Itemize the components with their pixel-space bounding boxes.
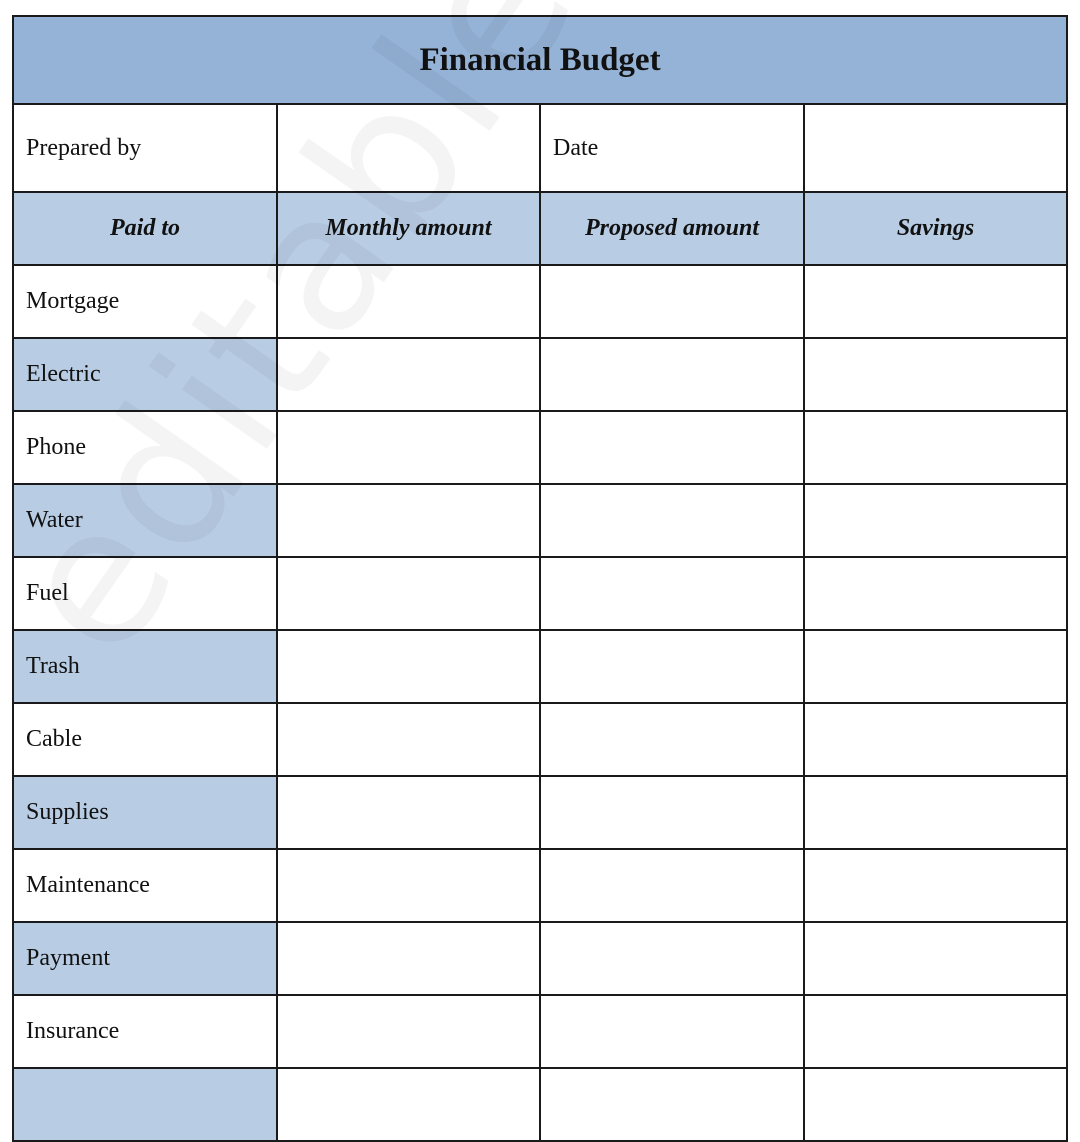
savings-cell[interactable]: [803, 702, 1068, 777]
proposed-amount-cell[interactable]: [539, 410, 805, 485]
title-row: Financial Budget: [12, 15, 1068, 105]
monthly-amount-cell[interactable]: [276, 264, 541, 339]
monthly-amount-cell[interactable]: [276, 848, 541, 923]
savings-cell[interactable]: [803, 264, 1068, 339]
paid-to-cell: Insurance: [12, 994, 278, 1069]
proposed-amount-cell[interactable]: [539, 264, 805, 339]
monthly-amount-cell[interactable]: [276, 1067, 541, 1142]
monthly-amount-cell[interactable]: [276, 702, 541, 777]
savings-cell[interactable]: [803, 556, 1068, 631]
monthly-amount-cell[interactable]: [276, 410, 541, 485]
monthly-amount-cell[interactable]: [276, 483, 541, 558]
table-row: Phone: [12, 410, 1068, 485]
paid-to-cell: Cable: [12, 702, 278, 777]
proposed-amount-cell[interactable]: [539, 483, 805, 558]
prepared-by-label: Prepared by: [12, 103, 278, 193]
column-header-paid-to: Paid to: [12, 191, 278, 266]
meta-row: Prepared by Date: [12, 103, 1068, 193]
date-label: Date: [539, 103, 805, 193]
savings-cell[interactable]: [803, 629, 1068, 704]
paid-to-cell: Supplies: [12, 775, 278, 850]
monthly-amount-cell[interactable]: [276, 775, 541, 850]
column-header-proposed-amount: Proposed amount: [539, 191, 805, 266]
monthly-amount-cell[interactable]: [276, 921, 541, 996]
proposed-amount-cell[interactable]: [539, 994, 805, 1069]
savings-cell[interactable]: [803, 921, 1068, 996]
monthly-amount-cell[interactable]: [276, 629, 541, 704]
paid-to-cell: Trash: [12, 629, 278, 704]
savings-cell[interactable]: [803, 994, 1068, 1069]
proposed-amount-cell[interactable]: [539, 702, 805, 777]
proposed-amount-cell[interactable]: [539, 921, 805, 996]
table-row: Electric: [12, 337, 1068, 412]
table-row: Trash: [12, 629, 1068, 704]
savings-cell[interactable]: [803, 1067, 1068, 1142]
savings-cell[interactable]: [803, 483, 1068, 558]
table-row: Fuel: [12, 556, 1068, 631]
savings-cell[interactable]: [803, 337, 1068, 412]
savings-cell[interactable]: [803, 848, 1068, 923]
prepared-by-field[interactable]: [276, 103, 541, 193]
table-row: Insurance: [12, 994, 1068, 1069]
savings-cell[interactable]: [803, 775, 1068, 850]
column-header-savings: Savings: [803, 191, 1068, 266]
monthly-amount-cell[interactable]: [276, 556, 541, 631]
paid-to-cell: Mortgage: [12, 264, 278, 339]
form-title: Financial Budget: [12, 15, 1068, 105]
column-header-row: Paid to Monthly amount Proposed amount S…: [12, 191, 1068, 266]
monthly-amount-cell[interactable]: [276, 337, 541, 412]
proposed-amount-cell[interactable]: [539, 337, 805, 412]
table-row: Water: [12, 483, 1068, 558]
table-row: Payment: [12, 921, 1068, 996]
paid-to-cell: Payment: [12, 921, 278, 996]
table-row: [12, 1067, 1068, 1142]
monthly-amount-cell[interactable]: [276, 994, 541, 1069]
column-header-monthly-amount: Monthly amount: [276, 191, 541, 266]
paid-to-cell: Fuel: [12, 556, 278, 631]
proposed-amount-cell[interactable]: [539, 1067, 805, 1142]
proposed-amount-cell[interactable]: [539, 556, 805, 631]
proposed-amount-cell[interactable]: [539, 848, 805, 923]
savings-cell[interactable]: [803, 410, 1068, 485]
financial-budget-form: Financial Budget Prepared by Date Paid t…: [12, 15, 1068, 1142]
budget-table: Financial Budget Prepared by Date Paid t…: [12, 15, 1068, 1142]
paid-to-cell: Maintenance: [12, 848, 278, 923]
paid-to-cell: Water: [12, 483, 278, 558]
table-row: Supplies: [12, 775, 1068, 850]
paid-to-cell: [12, 1067, 278, 1142]
proposed-amount-cell[interactable]: [539, 775, 805, 850]
table-row: Cable: [12, 702, 1068, 777]
date-field[interactable]: [803, 103, 1068, 193]
proposed-amount-cell[interactable]: [539, 629, 805, 704]
table-row: Maintenance: [12, 848, 1068, 923]
table-row: Mortgage: [12, 264, 1068, 339]
paid-to-cell: Electric: [12, 337, 278, 412]
paid-to-cell: Phone: [12, 410, 278, 485]
